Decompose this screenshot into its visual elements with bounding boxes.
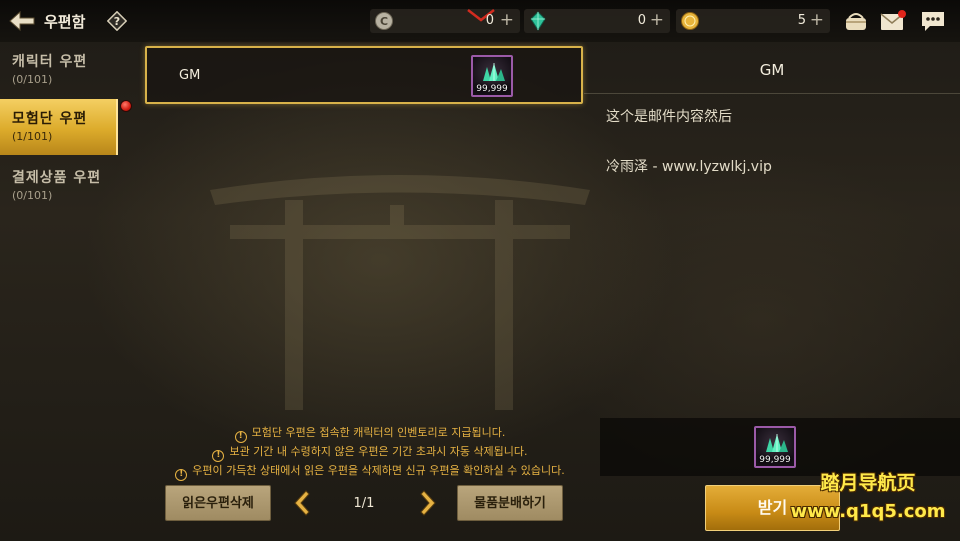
mail-notices: ! 모험단 우편은 접속한 캐릭터의 인벤토리로 지급됩니다. ! 보관 기간 내 …	[150, 424, 590, 481]
silver-coin-icon: C	[375, 12, 393, 30]
currency-crystal: 0 +	[524, 9, 670, 33]
mail-item-thumbnail: 99,999	[471, 55, 513, 97]
notice-line: ! 우편이 가득찬 상태에서 읽은 우편을 삭제하면 신규 우편을 확인하실 수 …	[150, 462, 590, 481]
delete-read-mail-button[interactable]: 읽은우편삭제	[165, 485, 271, 521]
tab-count: (0/101)	[12, 73, 53, 86]
tab-label: 결제상품 우편	[12, 170, 102, 186]
mail-icon[interactable]	[880, 9, 906, 33]
currency-silver: C 0 +	[370, 9, 520, 33]
chat-icon[interactable]	[920, 9, 946, 33]
mail-detail-title: GM	[759, 61, 785, 79]
gold-value: 5	[797, 13, 806, 28]
mail-notification-dot	[898, 10, 906, 18]
help-icon[interactable]: ?	[107, 11, 127, 31]
help-label: ?	[114, 15, 120, 28]
tab-character-mail[interactable]: 캐릭터 우편 (0/101)	[0, 42, 118, 98]
tab-count: (1/101)	[12, 130, 53, 143]
notice-text: 우편이 가득찬 상태에서 읽은 우편을 삭제하면 신규 우편을 확인하실 수 있…	[192, 464, 565, 477]
tab-count: (0/101)	[12, 189, 53, 202]
green-crystal-icon	[530, 11, 546, 31]
mail-detail-header: GM	[584, 46, 960, 94]
currency-gold: 5 +	[676, 9, 830, 33]
crystal-cluster-icon	[766, 434, 788, 452]
mail-body-line: 这个是邮件内容然后	[606, 109, 732, 125]
mail-category-tabs: 캐릭터 우편 (0/101) 모험단 우편 (1/101) 결제상품 우편 (0…	[0, 42, 140, 212]
watermark: 踏月导航页 www.q1q5.com	[778, 468, 958, 522]
add-crystal-button[interactable]: +	[650, 10, 664, 30]
warning-icon: !	[234, 431, 247, 443]
mail-sender: GM	[179, 68, 201, 83]
page-title: 우편함	[44, 13, 86, 31]
tab-label: 모험단 우편	[12, 111, 88, 127]
notice-line: ! 모험단 우편은 접속한 캐릭터의 인벤토리로 지급됩니다.	[150, 424, 590, 443]
page-indicator: 1/1	[353, 496, 375, 511]
tab-label: 캐릭터 우편	[12, 54, 88, 70]
attachment-item[interactable]: 99,999	[754, 426, 796, 468]
silver-value: 0	[485, 13, 494, 28]
tab-purchase-mail[interactable]: 결제상품 우편 (0/101)	[0, 158, 118, 214]
mail-body-line: 冷雨泽 - www.lyzwlkj.vip	[606, 159, 772, 175]
add-gold-button[interactable]: +	[810, 10, 824, 30]
notice-text: 모험단 우편은 접속한 캐릭터의 인벤토리로 지급됩니다.	[251, 426, 506, 439]
item-quantity: 99,999	[476, 84, 508, 94]
warning-icon: !	[175, 469, 188, 481]
add-silver-button[interactable]: +	[500, 10, 514, 30]
torii-gate-background	[210, 175, 590, 410]
next-page-arrow-icon[interactable]	[418, 488, 440, 518]
crystal-value: 0	[637, 13, 646, 28]
warning-icon: !	[212, 450, 225, 462]
bag-icon[interactable]	[843, 9, 869, 33]
tab-adventure-team-mail[interactable]: 모험단 우편 (1/101)	[0, 99, 118, 155]
watermark-title: 踏月导航页	[820, 472, 916, 494]
watermark-url: www.q1q5.com	[790, 501, 946, 522]
svg-text:C: C	[380, 15, 388, 28]
gold-coin-icon	[681, 12, 699, 30]
mail-list-item[interactable]: GM 99,999	[145, 46, 583, 104]
notice-line: ! 보관 기간 내 수령하지 않은 우편은 기간 초과시 자동 삭제됩니다.	[150, 443, 590, 462]
top-bar: 우편함 ? C 0 + 0 + 5 +	[0, 0, 960, 42]
back-arrow-icon[interactable]	[8, 10, 36, 32]
notice-text: 보관 기간 내 수령하지 않은 우편은 기간 초과시 자동 삭제됩니다.	[229, 445, 528, 458]
crystal-cluster-icon	[483, 63, 505, 81]
new-mail-badge	[120, 100, 132, 112]
distribute-items-button[interactable]: 물품분배하기	[457, 485, 563, 521]
attachment-quantity: 99,999	[759, 455, 791, 465]
prev-page-arrow-icon[interactable]	[290, 488, 312, 518]
mail-detail-body: 这个是邮件内容然后 冷雨泽 - www.lyzwlkj.vip	[606, 106, 946, 206]
